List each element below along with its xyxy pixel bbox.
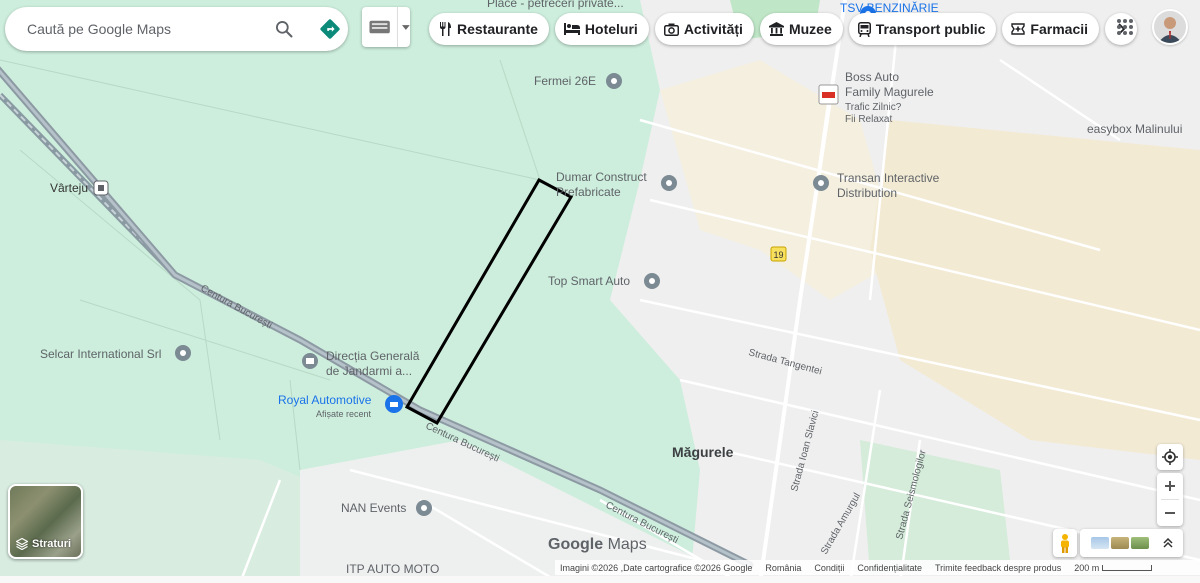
svg-text:NAN Events: NAN Events [341,501,406,515]
traffic-thumb-icon[interactable] [1130,537,1149,549]
category-chips: Restaurante Hoteluri Activități Muzee Tr… [429,13,1138,45]
bottom-edge [0,576,1200,583]
poi-varteju[interactable]: Vârteju [50,180,109,196]
keyboard-icon [369,20,390,34]
svg-text:Fermei 26E: Fermei 26E [534,74,596,88]
chip-activitati[interactable]: Activități [654,13,754,45]
svg-text:Direcția Generală: Direcția Generală [326,349,420,363]
map-canvas[interactable]: Centura București Centura București Cent… [0,0,1200,583]
svg-text:Place - petreceri private...: Place - petreceri private... [487,0,624,10]
layers-label: Straturi [32,538,72,550]
map-footer: Imagini ©2026 ,Date cartografice ©2026 G… [555,560,1200,575]
google-apps-button[interactable] [1110,12,1140,42]
svg-text:Royal Automotive: Royal Automotive [278,393,372,407]
account-avatar[interactable] [1152,9,1188,45]
transit-icon [857,21,871,37]
svg-text:Transan Interactive: Transan Interactive [837,171,940,185]
search-input[interactable] [25,20,259,38]
chip-transport-public[interactable]: Transport public [848,13,997,45]
poi-magurele[interactable]: Măgurele [672,444,734,460]
svg-text:Boss Auto: Boss Auto [845,70,899,84]
chip-hoteluri[interactable]: Hoteluri [554,13,649,45]
google-maps-logo: Google Maps [548,536,647,553]
svg-text:Top Smart Auto: Top Smart Auto [548,274,630,288]
chevron-up-double-icon[interactable] [1162,538,1173,548]
svg-text:ITP AUTO MOTO: ITP AUTO MOTO [346,562,439,576]
svg-text:Distribution: Distribution [837,186,897,200]
country-link[interactable]: România [765,563,801,573]
apps-grid-icon [1117,19,1133,35]
my-location-button[interactable] [1157,444,1183,470]
user-avatar-icon [1154,11,1186,43]
privacy-link[interactable]: Confidențialitate [857,563,922,573]
terrain-thumb-icon[interactable] [1110,537,1129,549]
layers-icon [16,538,28,550]
svg-text:Vârteju: Vârteju [50,181,88,195]
directions-button[interactable] [312,11,348,47]
plus-icon [1165,481,1175,491]
hotel-icon [563,23,580,35]
svg-text:Prefabricate: Prefabricate [556,185,621,199]
poi-itp-auto-moto[interactable]: ITP AUTO MOTO [346,562,439,576]
poi-place-petreceri[interactable]: Place - petreceri private... [487,0,624,10]
restaurant-icon [438,22,452,36]
svg-text:Dumar Construct: Dumar Construct [556,170,647,184]
pegman-icon [1061,534,1069,553]
search-icon [276,21,293,38]
poi-easybox[interactable]: easybox Malinului [1087,122,1182,136]
zoom-out-button[interactable] [1157,500,1183,526]
chip-farmacii[interactable]: Farmacii [1002,13,1100,45]
camera-icon [663,23,679,36]
chevron-down-icon[interactable] [402,24,410,30]
layers-button[interactable]: Straturi [8,484,83,559]
crosshair-icon [1162,449,1178,465]
search-button[interactable] [266,11,302,47]
svg-text:Fii Relaxat: Fii Relaxat [845,114,892,125]
terms-link[interactable]: Condiții [814,563,844,573]
minus-icon [1165,512,1175,514]
imagery-credit: Imagini ©2026 ,Date cartografice ©2026 G… [560,562,753,573]
satellite-thumb-icon[interactable] [1090,537,1109,549]
svg-text:19: 19 [773,250,783,260]
svg-text:Măgurele: Măgurele [672,444,734,460]
svg-text:de Jandarmi a...: de Jandarmi a... [326,364,412,378]
directions-icon [320,19,340,39]
map-type-strip[interactable] [1080,529,1183,557]
museum-icon [768,22,784,36]
street-view-pegman[interactable] [1053,529,1077,557]
search-box[interactable] [5,7,348,51]
svg-text:Family Magurele: Family Magurele [845,85,934,99]
svg-text:Selcar International Srl: Selcar International Srl [40,347,161,361]
chip-restaurante[interactable]: Restaurante [429,13,549,45]
svg-text:Afișate recent: Afișate recent [316,409,372,419]
poi-fermei-26e[interactable]: Fermei 26E [534,73,622,89]
poi-nan-events[interactable]: NAN Events [341,500,432,516]
feedback-link[interactable]: Trimite feedback despre produs [935,563,1061,573]
input-tools-button[interactable] [362,7,410,47]
svg-text:easybox Malinului: easybox Malinului [1087,122,1182,136]
svg-text:Trafic Zilnic?: Trafic Zilnic? [845,102,902,113]
zoom-control [1157,473,1183,526]
scale-indicator[interactable]: 200 m [1074,563,1152,573]
scale-bar [1101,565,1152,572]
pharmacy-icon [1011,22,1026,36]
zoom-in-button[interactable] [1157,473,1183,499]
chip-muzee[interactable]: Muzee [759,13,843,45]
road-shield-19: 19 [770,246,787,262]
